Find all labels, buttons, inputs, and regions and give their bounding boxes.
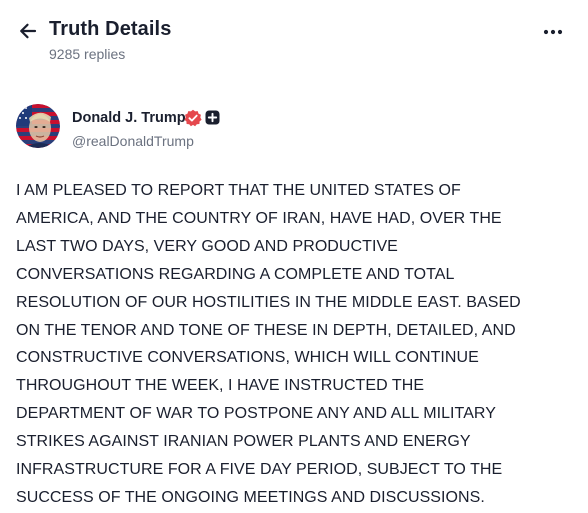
plus-badge-icon [205, 110, 220, 125]
back-button[interactable] [14, 17, 42, 45]
reply-count: 9285 replies [49, 46, 126, 62]
author-handle[interactable]: @realDonaldTrump [72, 133, 194, 149]
page-title: Truth Details [49, 18, 172, 40]
more-options-button[interactable] [540, 22, 566, 42]
truth-details-page: Truth Details 9285 replies Donald J. Tru… [0, 0, 588, 513]
arrow-left-icon [20, 23, 37, 39]
ellipsis-icon [543, 29, 563, 35]
avatar[interactable] [16, 104, 60, 148]
post-author: Donald J. Trump @realDonaldTrump [16, 104, 576, 154]
avatar-image [16, 104, 60, 148]
page-header: Truth Details 9285 replies [0, 0, 588, 70]
verified-badge-icon [184, 109, 202, 127]
author-display-name[interactable]: Donald J. Trump [72, 110, 186, 126]
post-text: I AM PLEASED TO REPORT THAT THE UNITED S… [16, 182, 521, 506]
